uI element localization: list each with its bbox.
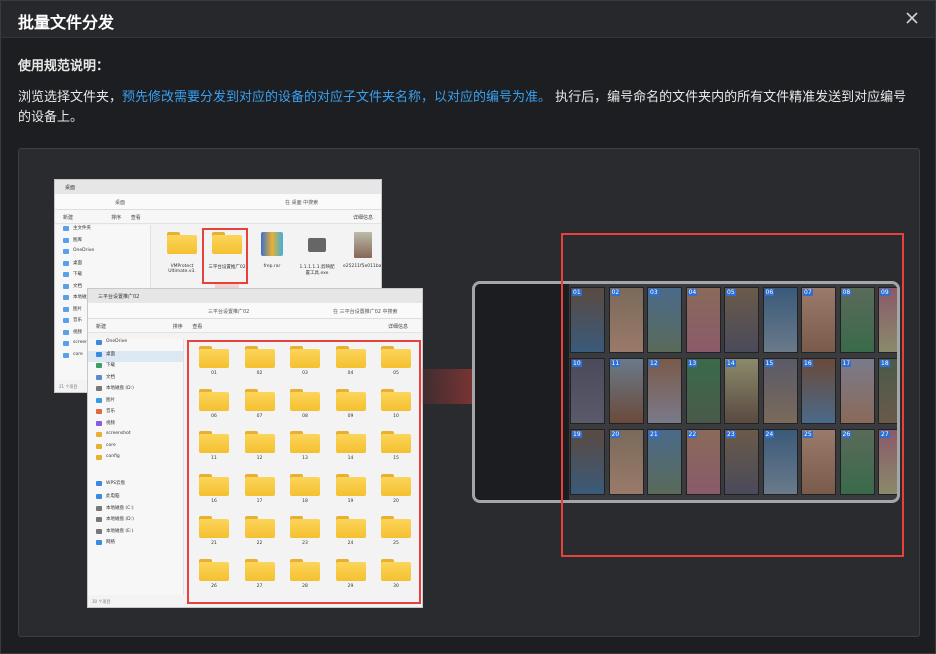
sidebar-item[interactable]: 文档 [88, 374, 183, 386]
sidebar-item[interactable]: WPS云盘 [88, 480, 183, 492]
close-icon [906, 12, 918, 24]
sidebar-item[interactable]: OneDrive [88, 339, 183, 351]
instructions-highlight: 预先修改需要分发到对应的设备的对应子文件夹名称，以对应的编号为准。 [122, 90, 552, 105]
explorer-sidebar: OneDrive 桌面 下载 文档 本地磁盘 (D:) 图片 音乐 视频 screenshot c… [88, 339, 184, 595]
sidebar-item[interactable]: 下载 [88, 362, 183, 374]
sidebar-item[interactable]: 下载 [55, 271, 150, 283]
close-button[interactable] [903, 9, 921, 27]
file-icon[interactable] [347, 232, 377, 258]
address-bar: 桌面在 桌面 中搜索 [55, 194, 381, 210]
sidebar-item[interactable]: 主文件夹 [55, 225, 150, 237]
dialog-title: 批量文件分发 [18, 13, 115, 32]
file-label: VMProtect Ultimate.v3. [168, 264, 196, 274]
sidebar-item[interactable]: 此电脑 [88, 493, 183, 505]
explorer-toolbar: 新建 排序 查看 详细信息 [88, 319, 422, 333]
address-bar: 三平台设置推广02 在 三平台设置推广02 中搜索 [88, 303, 422, 319]
sidebar-item[interactable]: 图片 [88, 397, 183, 409]
sidebar-item[interactable]: core [88, 443, 183, 455]
instructions-part1: 浏览选择文件夹， [18, 90, 123, 105]
explorer-tab: 三平台设置推广02 [88, 289, 422, 303]
file-icon[interactable] [167, 232, 197, 254]
instructions-text: 浏览选择文件夹，预先修改需要分发到对应的设备的对应子文件夹名称，以对应的编号为准… [18, 88, 918, 128]
explorer-toolbar: 新建 排序 查看 详细信息 [55, 210, 381, 224]
highlight-selected-folder [202, 228, 248, 284]
sidebar-item[interactable]: OneDrive [55, 248, 150, 260]
file-label: frep.rar [263, 264, 281, 269]
highlight-folder-grid [187, 340, 421, 604]
explorer-tab: 桌面 [55, 180, 381, 194]
sidebar-item[interactable]: 本地磁盘 (C:) [88, 505, 183, 517]
sidebar-item[interactable]: 本地磁盘 (E:) [88, 528, 183, 540]
sidebar-item[interactable]: 本地磁盘 (D:) [88, 516, 183, 528]
instructions-heading: 使用规范说明： [18, 59, 110, 74]
status-text: 21 个项目 [59, 384, 78, 389]
status-text: 30 个项目 [92, 599, 111, 604]
file-label: e25211f5e011ba6e65bf14 [343, 264, 382, 269]
file-label: 1.1.1.1.1.剪映配置工具.exe [299, 265, 335, 276]
device-control-panel [475, 284, 569, 500]
sidebar-item[interactable]: 网络 [88, 539, 183, 551]
sidebar-item[interactable]: 视频 [88, 420, 183, 432]
file-icon[interactable] [302, 232, 332, 254]
sidebar-item[interactable]: screenshot [88, 431, 183, 443]
batch-distribute-dialog: 批量文件分发 使用规范说明： 浏览选择文件夹，预先修改需要分发到对应的设备的对应… [0, 0, 936, 654]
highlight-device-grid [561, 233, 904, 557]
sidebar-item[interactable]: 桌面 [88, 350, 183, 362]
sidebar-item[interactable]: config [88, 454, 183, 466]
file-icon[interactable] [257, 232, 287, 256]
sidebar-item[interactable]: 图库 [55, 237, 150, 249]
sidebar-item[interactable]: 音乐 [88, 408, 183, 420]
sidebar-item[interactable]: 本地磁盘 (D:) [88, 385, 183, 397]
sidebar-item[interactable]: 桌面 [55, 260, 150, 272]
illustration-frame: 桌面 桌面在 桌面 中搜索 新建 排序 查看 详细信息 主文件夹 图库 OneDriv… [18, 148, 920, 637]
dialog-titlebar: 批量文件分发 [1, 1, 935, 38]
